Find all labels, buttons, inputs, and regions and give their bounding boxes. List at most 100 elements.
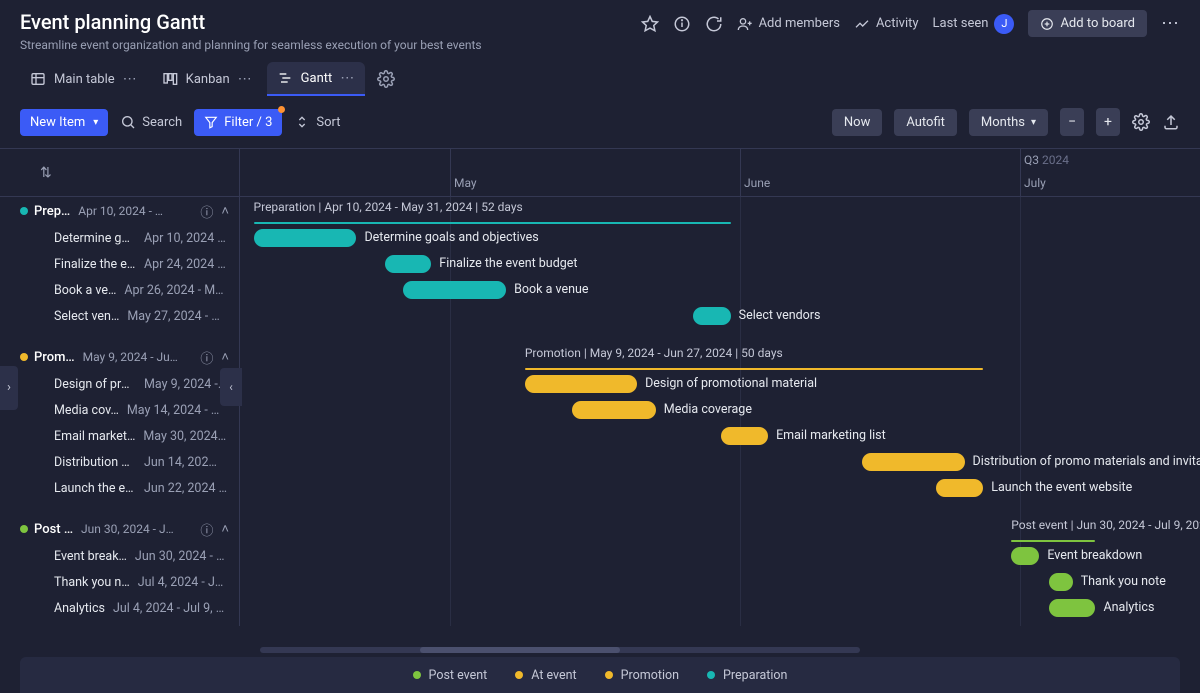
group-dates: Apr 10, 2024 - … — [78, 204, 192, 218]
add-to-board-label: Add to board — [1060, 16, 1135, 31]
chevron-up-icon[interactable]: ˄ — [221, 521, 229, 537]
sort-button[interactable]: Sort — [294, 114, 340, 130]
task-bar[interactable] — [403, 281, 506, 299]
legend-item: At event — [515, 668, 576, 683]
chevron-down-icon: ▾ — [93, 117, 98, 128]
task-row[interactable]: Event break…Jun 30, 2024 - Jul 3… — [0, 543, 239, 569]
group-summary-bar[interactable]: Preparation | Apr 10, 2024 - May 31, 202… — [254, 201, 741, 229]
task-row[interactable]: Launch the eve…Jun 22, 2024 - J… — [0, 475, 239, 501]
task-bar[interactable] — [936, 479, 983, 497]
search-button[interactable]: Search — [120, 114, 182, 130]
tab-kanban-menu-icon[interactable]: ⋯ — [238, 72, 253, 86]
title-block: Event planning Gantt Streamline event or… — [20, 10, 629, 52]
task-bar[interactable] — [721, 427, 768, 445]
more-menu-icon[interactable]: ⋯ — [1161, 15, 1180, 33]
info-icon[interactable]: ⓘ — [200, 520, 213, 539]
task-row[interactable]: Distribution of prom…Jun 14, 202… — [0, 449, 239, 475]
horizontal-scrollbar[interactable] — [260, 647, 860, 653]
timeline-panel[interactable]: Q3 2024 May June July Preparation | Apr … — [240, 149, 1200, 626]
sync-icon[interactable] — [705, 15, 723, 33]
zoom-out-button[interactable]: − — [1060, 108, 1084, 136]
task-row[interactable]: Email market…May 30, 2024 - Jun… — [0, 423, 239, 449]
group-name: Prep… — [34, 204, 70, 219]
chevron-up-icon[interactable]: ˄ — [221, 203, 229, 219]
zoom-in-button[interactable]: + — [1096, 108, 1120, 136]
task-bar[interactable] — [385, 255, 432, 273]
task-bar[interactable] — [862, 453, 965, 471]
info-icon[interactable] — [673, 15, 691, 33]
scrollbar-thumb[interactable] — [420, 647, 620, 653]
view-tabs: Main table ⋯ Kanban ⋯ Gantt ⋯ — [0, 56, 1200, 96]
group-summary-bar[interactable]: Promotion | May 9, 2024 - Jun 27, 2024 |… — [525, 347, 993, 375]
task-bar[interactable] — [572, 401, 656, 419]
new-item-button[interactable]: New Item ▾ — [20, 109, 108, 136]
panel-collapse-handle[interactable]: ‹ — [220, 368, 242, 406]
task-bar-label: Distribution of promo materials and invi… — [973, 454, 1200, 469]
chevron-down-icon: ▾ — [1031, 117, 1036, 128]
timeline-header: Q3 2024 May June July — [240, 149, 1200, 197]
search-label: Search — [142, 115, 182, 130]
task-bar[interactable] — [1049, 573, 1073, 591]
activity-button[interactable]: Activity — [854, 16, 919, 32]
now-button[interactable]: Now — [832, 109, 882, 136]
tab-gantt-label: Gantt — [301, 71, 333, 86]
export-icon[interactable] — [1162, 113, 1180, 131]
task-row[interactable]: Select ven…May 27, 2024 - May 3… — [0, 303, 239, 329]
task-row[interactable]: Finalize the eve…Apr 24, 2024 - A… — [0, 251, 239, 277]
month-label-july: July — [1024, 176, 1046, 190]
view-settings-icon[interactable] — [377, 70, 395, 88]
timeline-body[interactable]: Preparation | Apr 10, 2024 - May 31, 202… — [240, 197, 1200, 626]
group-header-promotion[interactable]: Prom… May 9, 2024 - Ju… ⓘ ˄ — [0, 343, 239, 371]
info-icon[interactable]: ⓘ — [200, 348, 213, 367]
group-summary-label: Post event | Jun 30, 2024 - Jul 9, 2024 … — [1011, 518, 1200, 532]
month-label-may: May — [454, 176, 477, 190]
task-bar-label: Book a venue — [514, 282, 588, 297]
star-icon[interactable] — [641, 15, 659, 33]
timescale-select[interactable]: Months ▾ — [969, 109, 1048, 136]
legend-item: Post event — [413, 668, 488, 683]
task-bar-label: Select vendors — [739, 308, 821, 323]
task-row[interactable]: Media cov…May 14, 2024 - May 2… — [0, 397, 239, 423]
chevron-up-icon[interactable]: ˄ — [221, 349, 229, 365]
tab-gantt[interactable]: Gantt ⋯ — [267, 62, 366, 96]
add-members-button[interactable]: Add members — [737, 16, 840, 32]
task-bar[interactable] — [1011, 547, 1039, 565]
task-row[interactable]: Determine goals …Apr 10, 2024 - … — [0, 225, 239, 251]
group-header-preparation[interactable]: Prep… Apr 10, 2024 - … ⓘ ˄ — [0, 197, 239, 225]
group-summary-label: Preparation | Apr 10, 2024 - May 31, 202… — [254, 200, 523, 214]
group-color-dot — [20, 525, 28, 533]
add-to-board-button[interactable]: Add to board — [1028, 10, 1147, 37]
group-summary-bar[interactable]: Post event | Jun 30, 2024 - Jul 9, 2024 … — [1011, 519, 1105, 547]
page-title: Event planning Gantt — [20, 10, 629, 34]
task-bar-label: Launch the event website — [991, 480, 1132, 495]
tab-kanban-label: Kanban — [186, 72, 230, 87]
task-row[interactable]: Design of promot…May 9, 2024 - … — [0, 371, 239, 397]
tab-gantt-menu-icon[interactable]: ⋯ — [340, 71, 355, 85]
toolbar: New Item ▾ Search Filter / 3 Sort Now Au… — [0, 96, 1200, 148]
info-icon[interactable]: ⓘ — [200, 202, 213, 221]
group-header-post-event[interactable]: Post … Jun 30, 2024 - J… ⓘ ˄ — [0, 515, 239, 543]
task-row[interactable]: Thank you n…Jul 4, 2024 - Jul 5, 2… — [0, 569, 239, 595]
filter-indicator-dot — [278, 106, 285, 113]
task-row[interactable]: AnalyticsJul 4, 2024 - Jul 9, 2024 — [0, 595, 239, 621]
filter-button[interactable]: Filter / 3 — [194, 109, 282, 136]
tab-kanban[interactable]: Kanban ⋯ — [152, 63, 263, 95]
tab-main-table-label: Main table — [54, 72, 115, 87]
avatar[interactable]: J — [994, 14, 1014, 34]
gantt-settings-icon[interactable] — [1132, 113, 1150, 131]
task-bar[interactable] — [693, 307, 730, 325]
tab-main-table[interactable]: Main table ⋯ — [20, 63, 148, 95]
sort-label: Sort — [316, 115, 340, 130]
task-bar-label: Media coverage — [664, 402, 752, 417]
side-expand-handle[interactable]: › — [0, 366, 18, 410]
top-actions: Add members Activity Last seen J Add to … — [641, 10, 1180, 37]
sort-column-icon[interactable]: ⇅ — [40, 165, 52, 181]
tab-main-table-menu-icon[interactable]: ⋯ — [123, 72, 138, 86]
task-bar[interactable] — [1049, 599, 1096, 617]
task-list-header: ⇅ — [0, 149, 239, 197]
task-row[interactable]: Book a ve…Apr 26, 2024 - May 7, … — [0, 277, 239, 303]
activity-label: Activity — [876, 16, 919, 31]
task-bar[interactable] — [254, 229, 357, 247]
task-bar[interactable] — [525, 375, 637, 393]
autofit-button[interactable]: Autofit — [894, 109, 957, 136]
